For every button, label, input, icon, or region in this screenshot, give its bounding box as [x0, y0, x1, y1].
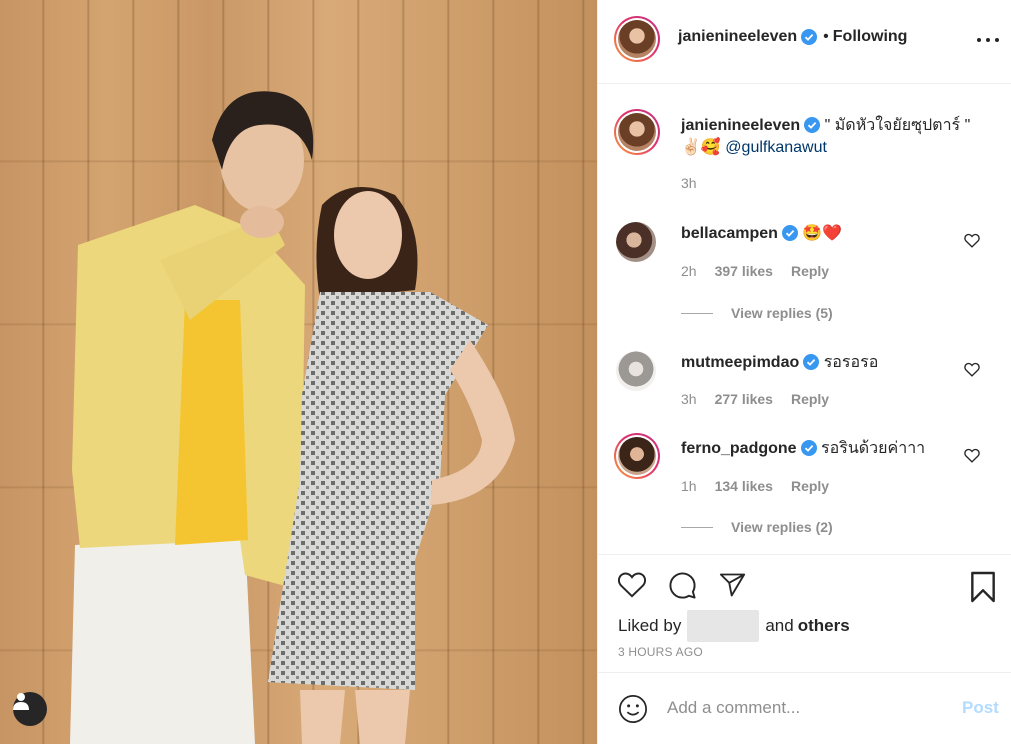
- comment-likes[interactable]: 397 likes: [715, 263, 773, 279]
- caption-time[interactable]: 3h: [681, 175, 697, 191]
- liked-by: Liked by and others: [618, 610, 850, 642]
- comment-username[interactable]: bellacampen: [681, 225, 778, 242]
- more-options-icon[interactable]: [977, 30, 999, 50]
- bookmark-icon[interactable]: [969, 571, 997, 603]
- author-info: janienineeleven • Following: [678, 28, 907, 46]
- comment-like-heart-icon[interactable]: [964, 233, 980, 248]
- post-photo[interactable]: [0, 0, 597, 744]
- verified-badge-icon: [800, 440, 817, 456]
- comment-time[interactable]: 2h: [681, 263, 697, 279]
- comment-likes[interactable]: 134 likes: [715, 478, 773, 494]
- comment-text: bellacampen 🤩❤️: [681, 223, 981, 245]
- post-photo-illustration: [70, 91, 515, 744]
- add-comment-input[interactable]: [667, 695, 937, 721]
- comment-username[interactable]: mutmeepimdao: [681, 354, 799, 371]
- comment-likes[interactable]: 277 likes: [715, 391, 773, 407]
- view-replies-divider: [681, 312, 713, 314]
- comment-like-heart-icon[interactable]: [964, 448, 980, 463]
- comment-time[interactable]: 3h: [681, 391, 697, 407]
- view-replies-button[interactable]: View replies (5): [681, 305, 833, 321]
- emoji-icon[interactable]: [618, 694, 648, 724]
- comments-section[interactable]: janienineeleven " มัดหัวใจยัยซุปตาร์ " ✌…: [598, 85, 1011, 554]
- comment-reply-button[interactable]: Reply: [791, 263, 829, 279]
- liked-by-and: and: [765, 616, 794, 635]
- comment-avatar[interactable]: [614, 433, 660, 479]
- caption-meta: 3h: [681, 175, 697, 191]
- heart-outline-icon[interactable]: [617, 571, 647, 598]
- caption-mention-link[interactable]: @gulfkanawut: [725, 139, 827, 156]
- author-avatar[interactable]: [614, 16, 660, 62]
- following-button[interactable]: Following: [833, 28, 908, 46]
- comment-meta: 1h 134 likes Reply: [681, 478, 829, 494]
- caption-text: janienineeleven " มัดหัวใจยัยซุปตาร์ " ✌…: [681, 115, 981, 159]
- user-icon[interactable]: [13, 692, 47, 726]
- comment-reply-button[interactable]: Reply: [791, 478, 829, 494]
- comment-text: mutmeepimdao รอรอรอ: [681, 352, 981, 374]
- author-username[interactable]: janienineeleven: [678, 28, 797, 46]
- caption-username[interactable]: janienineeleven: [681, 117, 800, 134]
- comment-reply-button[interactable]: Reply: [791, 391, 829, 407]
- add-comment-bar: Post: [598, 672, 1011, 744]
- liked-by-prefix: Liked by: [618, 616, 682, 635]
- post-comment-button[interactable]: Post: [962, 698, 999, 718]
- caption-avatar[interactable]: [614, 109, 660, 155]
- comment-body: รอรอรอ: [823, 354, 879, 371]
- comment-avatar[interactable]: [616, 222, 656, 262]
- comment-avatar[interactable]: [616, 351, 656, 391]
- view-replies-button[interactable]: View replies (2): [681, 519, 833, 535]
- liked-by-others-link[interactable]: others: [798, 616, 850, 636]
- post-timestamp[interactable]: 3 HOURS AGO: [618, 645, 703, 659]
- post-side-panel: janienineeleven • Following janienineele…: [597, 0, 1011, 744]
- liked-by-redacted-name[interactable]: [687, 610, 760, 642]
- verified-badge-icon: [801, 29, 818, 45]
- post-actions: Liked by and others 3 HOURS AGO: [598, 554, 1011, 659]
- post-header: janienineeleven • Following: [598, 0, 1011, 84]
- comment-meta: 3h 277 likes Reply: [681, 391, 829, 407]
- comment-like-heart-icon[interactable]: [964, 362, 980, 377]
- share-icon[interactable]: [718, 571, 747, 599]
- view-replies-divider: [681, 526, 713, 528]
- comment-body: 🤩❤️: [802, 225, 843, 242]
- verified-badge-icon: [803, 354, 820, 370]
- comment-meta: 2h 397 likes Reply: [681, 263, 829, 279]
- view-replies-label: View replies (2): [731, 519, 833, 535]
- follow-separator: •: [823, 28, 829, 45]
- verified-badge-icon: [781, 225, 798, 241]
- view-replies-label: View replies (5): [731, 305, 833, 321]
- comment-text: ferno_padgone รอรินด้วยค่าาา: [681, 438, 981, 460]
- comment-time[interactable]: 1h: [681, 478, 697, 494]
- comment-icon[interactable]: [668, 571, 697, 600]
- comment-body: รอรินด้วยค่าาา: [821, 440, 926, 457]
- comment-username[interactable]: ferno_padgone: [681, 440, 797, 457]
- verified-badge-icon: [804, 117, 821, 133]
